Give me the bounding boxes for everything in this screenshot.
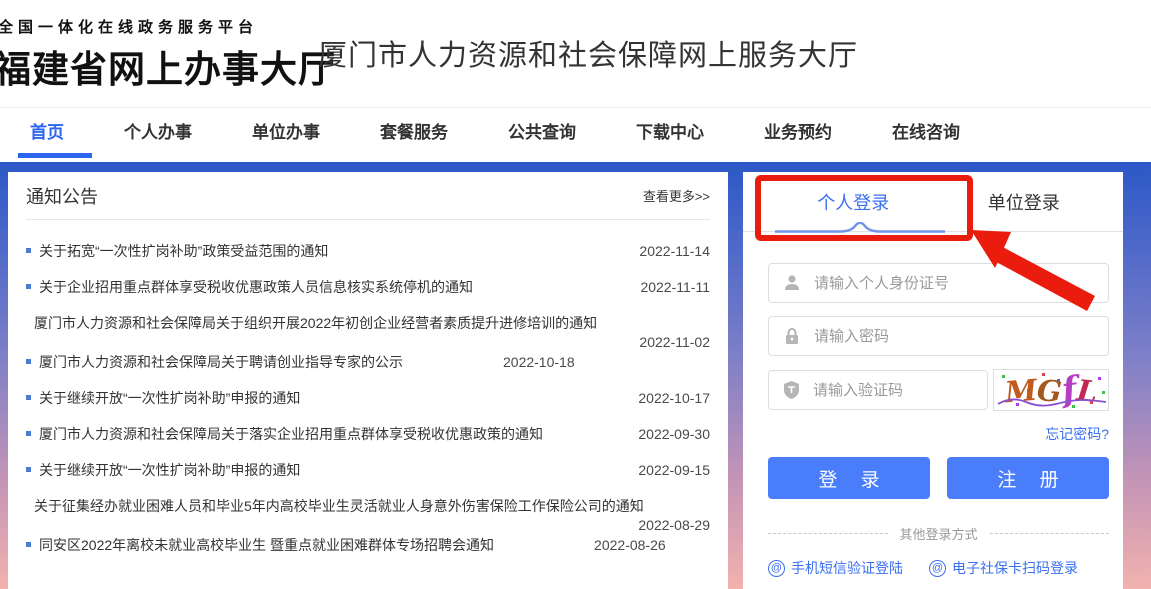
notice-item: 关于拓宽“一次性扩岗补助”政策受益范围的通知 2022-11-14 [26, 233, 710, 269]
alt-login-row: @ 手机短信验证登陆 @ 电子社保卡扫码登录 [768, 558, 1109, 578]
id-field-wrapper [768, 263, 1109, 303]
notice-item: 同安区2022年离校未就业高校毕业生 暨重点就业困难群体专场招聘会通知 2022… [26, 527, 710, 563]
notice-item: 厦门市人力资源和社会保障局关于聘请创业指导专家的公示 2022-10-18 [26, 344, 710, 380]
notice-panel: 通知公告 查看更多>> 关于拓宽“一次性扩岗补助”政策受益范围的通知 2022-… [8, 172, 728, 589]
notice-date: 2022-09-30 [638, 426, 710, 442]
other-methods-label: 其他登录方式 [899, 527, 978, 542]
login-buttons: 登 录 注 册 [768, 457, 1109, 499]
captcha-row: MGfL [768, 369, 1109, 411]
forgot-password-row: 忘记密码? [768, 424, 1109, 444]
notice-item: 厦门市人力资源和社会保障局关于落实企业招用重点群体享受税收优惠政策的通知 202… [26, 416, 710, 452]
password-input[interactable] [814, 327, 1059, 345]
other-methods-divider: 其他登录方式 [768, 524, 1110, 543]
nav-item-package-services[interactable]: 套餐服务 [380, 108, 448, 162]
notice-item: 关于企业招用重点群体享受税收优惠政策人员信息核实系统停机的通知 2022-11-… [26, 269, 710, 305]
notice-date: 2022-10-18 [503, 354, 575, 370]
notice-link[interactable]: 关于继续开放“一次性扩岗补助”申报的通知 [39, 460, 300, 480]
site-logo: 全国一体化在线政务服务平台 福建省网上办事大厅 [0, 16, 336, 93]
divider-line [768, 533, 888, 534]
bullet-icon [26, 395, 31, 400]
notice-date: 2022-11-14 [639, 243, 710, 259]
notice-date: 2022-10-17 [638, 390, 710, 406]
notice-list: 关于拓宽“一次性扩岗补助”政策受益范围的通知 2022-11-14 关于企业招用… [26, 233, 710, 563]
at-circle-icon: @ [768, 559, 785, 577]
login-button[interactable]: 登 录 [768, 457, 930, 499]
bullet-icon [26, 284, 31, 289]
notice-header: 通知公告 查看更多>> [26, 172, 710, 220]
captcha-image[interactable]: MGfL [993, 369, 1109, 411]
notice-item: 厦门市人力资源和社会保障局关于组织开展2022年初创企业经营者素质提升进修培训的… [26, 305, 710, 350]
notice-date: 2022-08-26 [594, 537, 666, 553]
notice-link[interactable]: 关于征集经办就业困难人员和毕业5年内高校毕业生灵活就业人身意外伤害保险工作保险公… [34, 498, 644, 514]
bullet-icon [26, 248, 31, 253]
site-header: 全国一体化在线政务服务平台 福建省网上办事大厅 厦门市人力资源和社会保障网上服务… [0, 0, 1151, 108]
bullet-icon [26, 359, 31, 364]
captcha-field-wrapper [768, 370, 988, 410]
notice-link[interactable]: 关于继续开放“一次性扩岗补助”申报的通知 [39, 388, 300, 408]
notice-date: 2022-09-15 [638, 462, 710, 478]
nav-item-download-center[interactable]: 下载中心 [636, 108, 704, 162]
main-nav: 首页 个人办事 单位办事 套餐服务 公共查询 下载中心 业务预约 在线咨询 [0, 108, 1151, 162]
notice-date: 2022-11-11 [640, 279, 710, 295]
notice-item: 关于继续开放“一次性扩岗补助”申报的通知 2022-09-15 [26, 452, 710, 488]
notice-link[interactable]: 同安区2022年离校未就业高校毕业生 暨重点就业困难群体专场招聘会通知 [39, 535, 494, 555]
at-circle-icon: @ [929, 559, 946, 577]
notice-link[interactable]: 厦门市人力资源和社会保障局关于聘请创业指导专家的公示 [39, 352, 403, 372]
nav-item-company-services[interactable]: 单位办事 [252, 108, 320, 162]
divider-line [989, 533, 1110, 534]
social-card-scan-login-link[interactable]: @ 电子社保卡扫码登录 [929, 558, 1078, 578]
platform-label: 全国一体化在线政务服务平台 [0, 19, 259, 36]
social-card-scan-login-label: 电子社保卡扫码登录 [952, 560, 1078, 576]
login-panel: 个人登录 单位登录 请输入个人身份证号 请输入验证码 MGfL 忘记密码? 登 … [743, 172, 1123, 589]
bullet-icon [26, 431, 31, 436]
nav-item-appointment[interactable]: 业务预约 [764, 108, 832, 162]
lock-icon [782, 326, 802, 346]
captcha-input[interactable] [813, 381, 967, 399]
shield-icon [782, 380, 801, 400]
notice-item: 关于继续开放“一次性扩岗补助”申报的通知 2022-10-17 [26, 380, 710, 416]
view-more-link[interactable]: 查看更多>> [643, 186, 710, 205]
nav-item-home[interactable]: 首页 [18, 108, 92, 162]
nav-item-online-consult[interactable]: 在线咨询 [892, 108, 960, 162]
password-field-wrapper [768, 316, 1109, 356]
page-title: 厦门市人力资源和社会保障网上服务大厅 [318, 40, 859, 72]
tab-company-login[interactable]: 单位登录 [939, 172, 1110, 230]
content-area: 通知公告 查看更多>> 关于拓宽“一次性扩岗补助”政策受益范围的通知 2022-… [0, 162, 1151, 589]
id-number-input[interactable] [814, 274, 1059, 292]
register-button[interactable]: 注 册 [947, 457, 1109, 499]
bullet-icon [26, 542, 31, 547]
notice-title: 通知公告 [26, 186, 98, 207]
bullet-icon [26, 467, 31, 472]
notice-link[interactable]: 关于拓宽“一次性扩岗补助”政策受益范围的通知 [39, 241, 328, 261]
nav-item-personal-services[interactable]: 个人办事 [124, 108, 192, 162]
site-name: 福建省网上办事大厅 [0, 47, 336, 91]
notice-item: 关于征集经办就业困难人员和毕业5年内高校毕业生灵活就业人身意外伤害保险工作保险公… [26, 488, 710, 533]
person-icon [782, 273, 802, 293]
notice-link[interactable]: 厦门市人力资源和社会保障局关于落实企业招用重点群体享受税收优惠政策的通知 [39, 424, 543, 444]
sms-login-link[interactable]: @ 手机短信验证登陆 [768, 558, 903, 578]
notice-link[interactable]: 厦门市人力资源和社会保障局关于组织开展2022年初创企业经营者素质提升进修培训的… [34, 315, 597, 331]
forgot-password-link[interactable]: 忘记密码? [1045, 426, 1109, 442]
notice-link[interactable]: 关于企业招用重点群体享受税收优惠政策人员信息核实系统停机的通知 [39, 277, 473, 297]
nav-item-public-query[interactable]: 公共查询 [508, 108, 576, 162]
tab-underline [743, 222, 1123, 242]
sms-login-label: 手机短信验证登陆 [791, 560, 903, 576]
